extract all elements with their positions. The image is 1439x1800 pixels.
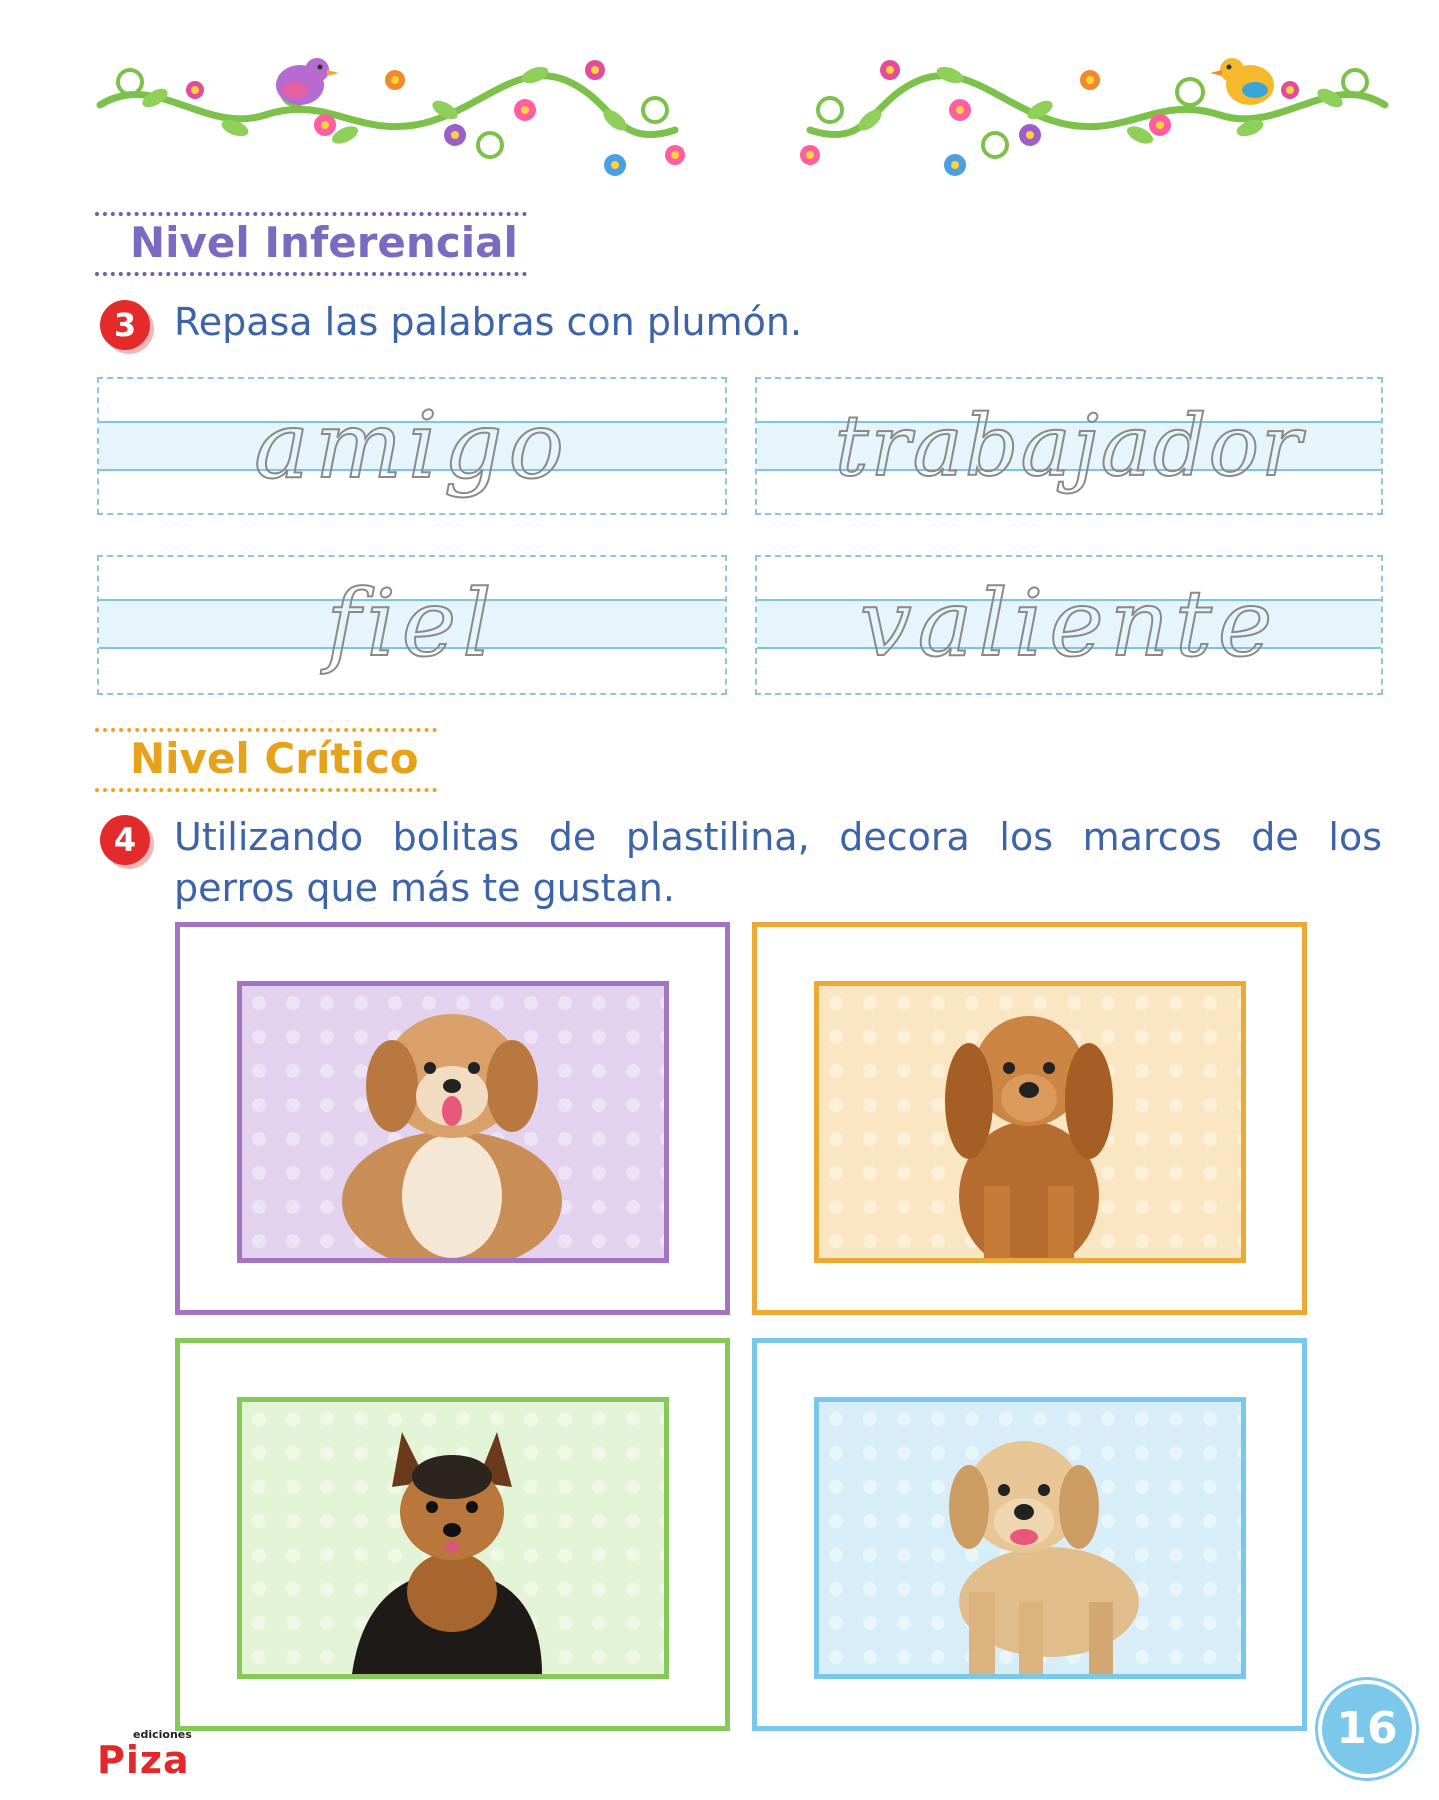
floral-garland-left <box>96 58 685 176</box>
publisher-logo-text: Piza <box>97 1738 190 1782</box>
dog-picture-frame <box>237 981 669 1263</box>
tracing-box-amigo[interactable]: amigo <box>97 377 727 515</box>
dog-frame-orange[interactable] <box>752 922 1307 1315</box>
exercise-instruction-line-1: Utilizando bolitas de plastilina, decora… <box>174 815 1382 859</box>
cocker-spaniel-puppy-image <box>819 986 1241 1258</box>
dotted-rule-top <box>95 728 437 732</box>
havanese-puppy-image <box>242 986 664 1258</box>
floral-garland-right <box>800 58 1389 176</box>
dog-frame-purple[interactable] <box>175 922 730 1315</box>
dog-picture-frame <box>237 1397 669 1679</box>
dotted-rule-bottom <box>95 788 437 792</box>
dotted-rule-bottom <box>95 272 527 276</box>
dog-picture-frame <box>814 981 1246 1263</box>
tracing-box-fiel[interactable]: fiel <box>97 555 727 695</box>
publisher-logo: ediciones Piza <box>97 1728 207 1782</box>
page-number: 16 <box>1318 1680 1416 1778</box>
exercise-instruction: Repasa las palabras con plumón. <box>174 300 803 344</box>
dog-frame-blue[interactable] <box>752 1338 1307 1731</box>
dotted-rule-top <box>95 212 527 216</box>
tracing-box-trabajador[interactable]: trabajador <box>755 377 1383 515</box>
tracing-word: amigo <box>253 391 570 500</box>
tracing-word: valiente <box>859 569 1279 678</box>
exercise-number-badge: 3 <box>100 300 150 350</box>
dog-picture-frame <box>814 1397 1246 1679</box>
labrador-puppy-image <box>819 1402 1241 1674</box>
yorkshire-terrier-puppy-image <box>242 1402 664 1674</box>
section-title-critico: Nivel Crítico <box>130 734 419 783</box>
tracing-box-valiente[interactable]: valiente <box>755 555 1383 695</box>
section-title-inferencial: Nivel Inferencial <box>130 218 518 267</box>
tracing-word: trabajador <box>834 396 1304 496</box>
exercise-number-badge: 4 <box>100 815 150 865</box>
tracing-word: fiel <box>325 569 498 678</box>
exercise-instruction-line-2: perros que más te gustan. <box>174 866 675 910</box>
dog-frame-green[interactable] <box>175 1338 730 1731</box>
